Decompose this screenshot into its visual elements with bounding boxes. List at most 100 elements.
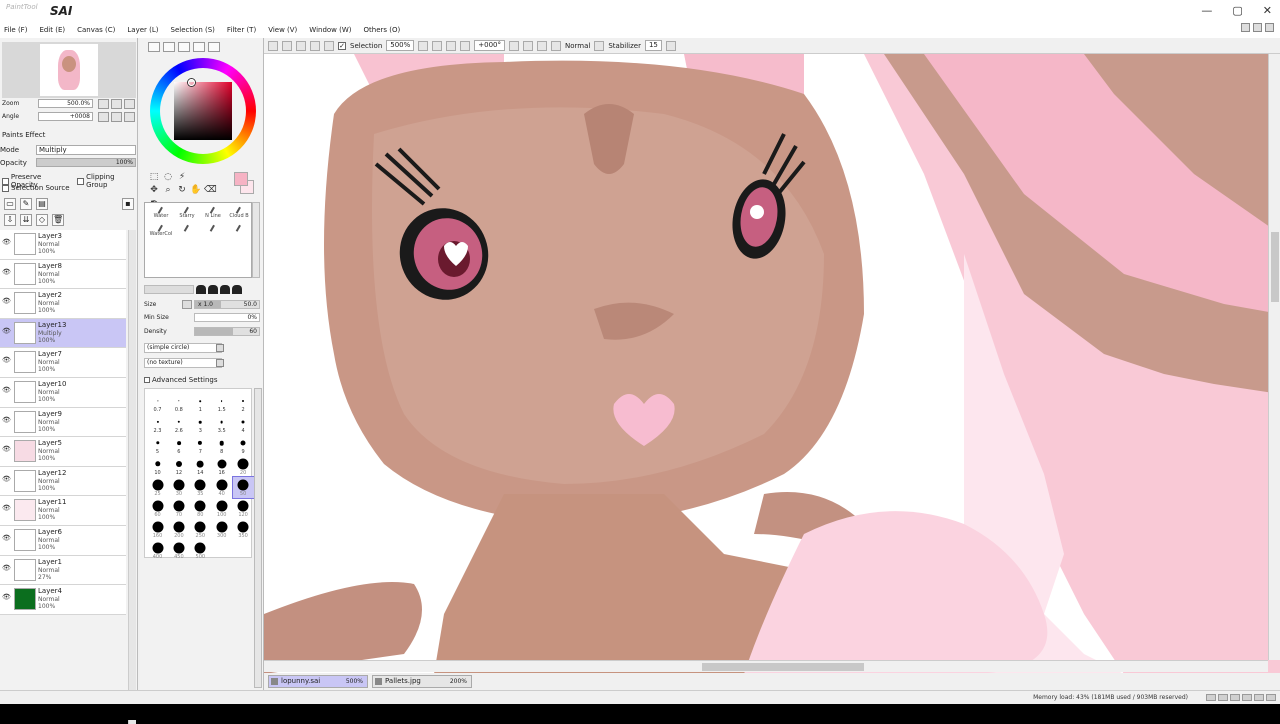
eye-icon[interactable]: 👁	[2, 327, 12, 335]
brush-size-preset[interactable]: 8	[211, 435, 232, 456]
brush-slot[interactable]: Water	[149, 207, 173, 221]
hue-indicator[interactable]	[188, 79, 195, 86]
brush-slot[interactable]	[175, 225, 199, 239]
brush-size-preset[interactable]: 4	[233, 414, 254, 435]
hsv-slider-mode-icon[interactable]	[178, 42, 190, 52]
rect-select-icon[interactable]: ⬚	[148, 172, 160, 183]
angle-slider[interactable]: +0008	[38, 112, 93, 121]
brush-size-preset[interactable]: 14	[190, 456, 211, 477]
transfer-down-icon[interactable]: ⇩	[4, 214, 16, 226]
brush-size-preset[interactable]: 3	[190, 414, 211, 435]
menu-file[interactable]: File (F)	[4, 26, 27, 34]
brush-size-preset[interactable]: 9	[233, 435, 254, 456]
brush-size-preset[interactable]: 1	[190, 393, 211, 414]
zoom-reset-icon[interactable]	[124, 99, 135, 109]
rotate-right-icon[interactable]	[523, 40, 534, 51]
brush-size-preset[interactable]: 35	[190, 477, 211, 498]
menu-view[interactable]: View (V)	[268, 26, 297, 34]
eye-icon[interactable]: 👁	[2, 356, 12, 364]
min-size-slider[interactable]: 0%	[194, 313, 260, 322]
hide-selection-icon[interactable]	[310, 40, 320, 51]
eye-icon[interactable]: 👁	[2, 564, 12, 572]
eye-icon[interactable]: 👁	[2, 593, 12, 601]
brush-texture-dropdown[interactable]: (no texture)	[144, 358, 222, 368]
brush-size-preset[interactable]: 500	[190, 540, 211, 561]
layer-row[interactable]: 👁 Layer8 Normal 100%	[0, 259, 126, 290]
eye-icon[interactable]: 👁	[2, 297, 12, 305]
brush-size-preset[interactable]: 20	[233, 456, 254, 477]
magic-wand-icon[interactable]: ⚡	[176, 172, 188, 183]
deselect-icon[interactable]	[268, 40, 278, 51]
brush-slot[interactable]: WaterCol	[149, 225, 173, 239]
eye-icon[interactable]: 👁	[2, 268, 12, 276]
layer-row[interactable]: 👁 Layer1 Normal 27%	[0, 555, 126, 586]
layer-row[interactable]: 👁 Layer9 Normal 100%	[0, 407, 126, 438]
flip-icon[interactable]	[551, 40, 562, 51]
select-all-icon[interactable]	[296, 40, 306, 51]
maximize-button[interactable]: ▢	[1232, 4, 1242, 17]
rotate-cw-icon[interactable]	[111, 112, 122, 122]
rgb-slider-mode-icon[interactable]	[163, 42, 175, 52]
brush-size-preset[interactable]: 300	[211, 519, 232, 540]
layout-1-icon[interactable]	[1241, 23, 1250, 32]
selection-source-checkbox[interactable]	[2, 184, 9, 192]
layer-scrollbar[interactable]	[128, 230, 136, 724]
eye-icon[interactable]: 👁	[2, 504, 12, 512]
document-tab[interactable]: Pallets.jpg 200%	[372, 675, 472, 688]
new-layer-icon[interactable]: ▭	[4, 198, 16, 210]
rotate-reset-icon[interactable]	[537, 40, 548, 51]
brush-size-preset[interactable]: 80	[190, 498, 211, 519]
stabilizer-select[interactable]: 15	[644, 40, 662, 51]
size-slider[interactable]: x 1.0 50.0	[194, 300, 260, 309]
brush-size-preset[interactable]: 1.5	[211, 393, 232, 414]
brush-slot[interactable]	[201, 225, 225, 239]
brush-size-preset[interactable]: 40	[211, 477, 232, 498]
zoom-in-icon[interactable]	[432, 40, 443, 51]
layer-row[interactable]: 👁 Layer2 Normal 100%	[0, 289, 126, 319]
menu-window[interactable]: Window (W)	[309, 26, 351, 34]
layer-row[interactable]: 👁 Layer10 Normal 100%	[0, 377, 126, 408]
menu-selection[interactable]: Selection (S)	[171, 26, 215, 34]
brush-size-preset[interactable]: 0.8	[168, 393, 189, 414]
density-slider[interactable]: 60	[194, 327, 260, 336]
lasso-icon[interactable]: ◌	[162, 172, 174, 183]
brush-slot[interactable]: Cloud B	[227, 207, 251, 221]
brush-size-preset[interactable]: 200	[168, 519, 189, 540]
layer-row[interactable]: 👁 Layer5 Normal 100%	[0, 437, 126, 467]
color-wheel-mode-icon[interactable]	[148, 42, 160, 52]
brush-shape-dropdown-arrow-icon[interactable]	[216, 344, 224, 352]
invert-selection-icon[interactable]	[282, 40, 292, 51]
opacity-slider[interactable]: 100%	[36, 158, 136, 167]
zoom-reset-icon[interactable]	[446, 40, 457, 51]
brush-texture-dropdown-arrow-icon[interactable]	[216, 359, 224, 367]
rotate-ccw-icon[interactable]	[98, 112, 109, 122]
brush-shape-dropdown[interactable]: (simple circle)	[144, 343, 222, 353]
new-folder-icon[interactable]: ▤	[36, 198, 48, 210]
brush-size-preset[interactable]: 250	[190, 519, 211, 540]
brush-size-preset[interactable]: 2.3	[147, 414, 168, 435]
brush-tip-2-icon[interactable]	[208, 285, 218, 294]
eye-icon[interactable]: 👁	[2, 475, 12, 483]
document-tab[interactable]: lopunny.sai 500%	[268, 675, 368, 688]
brush-size-preset[interactable]: 160	[147, 519, 168, 540]
layer-options-icon[interactable]: ▪	[122, 198, 134, 210]
eye-icon[interactable]: 👁	[2, 238, 12, 246]
paints-effect-header[interactable]: Paints Effect	[2, 131, 45, 139]
menu-layer[interactable]: Layer (L)	[127, 26, 158, 34]
menu-filter[interactable]: Filter (T)	[227, 26, 256, 34]
brush-size-preset[interactable]: 50	[231, 476, 255, 499]
brush-tip-3-icon[interactable]	[220, 285, 230, 294]
new-linework-layer-icon[interactable]: ✎	[20, 198, 32, 210]
zoom-slider[interactable]: 500.0%	[38, 99, 93, 108]
eye-icon[interactable]: 👁	[2, 445, 12, 453]
layer-row[interactable]: 👁 Layer7 Normal 100%	[0, 348, 126, 378]
brush-size-preset[interactable]: 450	[168, 540, 189, 561]
move-icon[interactable]: ✥	[148, 185, 160, 196]
brush-grid-scrollbar[interactable]	[252, 202, 260, 278]
stabilizer-icon[interactable]	[594, 40, 605, 51]
horizontal-scroll-thumb[interactable]	[702, 663, 864, 671]
rotate-reset-icon[interactable]	[124, 112, 135, 122]
lock-icon[interactable]	[324, 40, 334, 51]
brush-slot[interactable]: Starry	[175, 207, 199, 221]
eye-icon[interactable]: 👁	[2, 534, 12, 542]
